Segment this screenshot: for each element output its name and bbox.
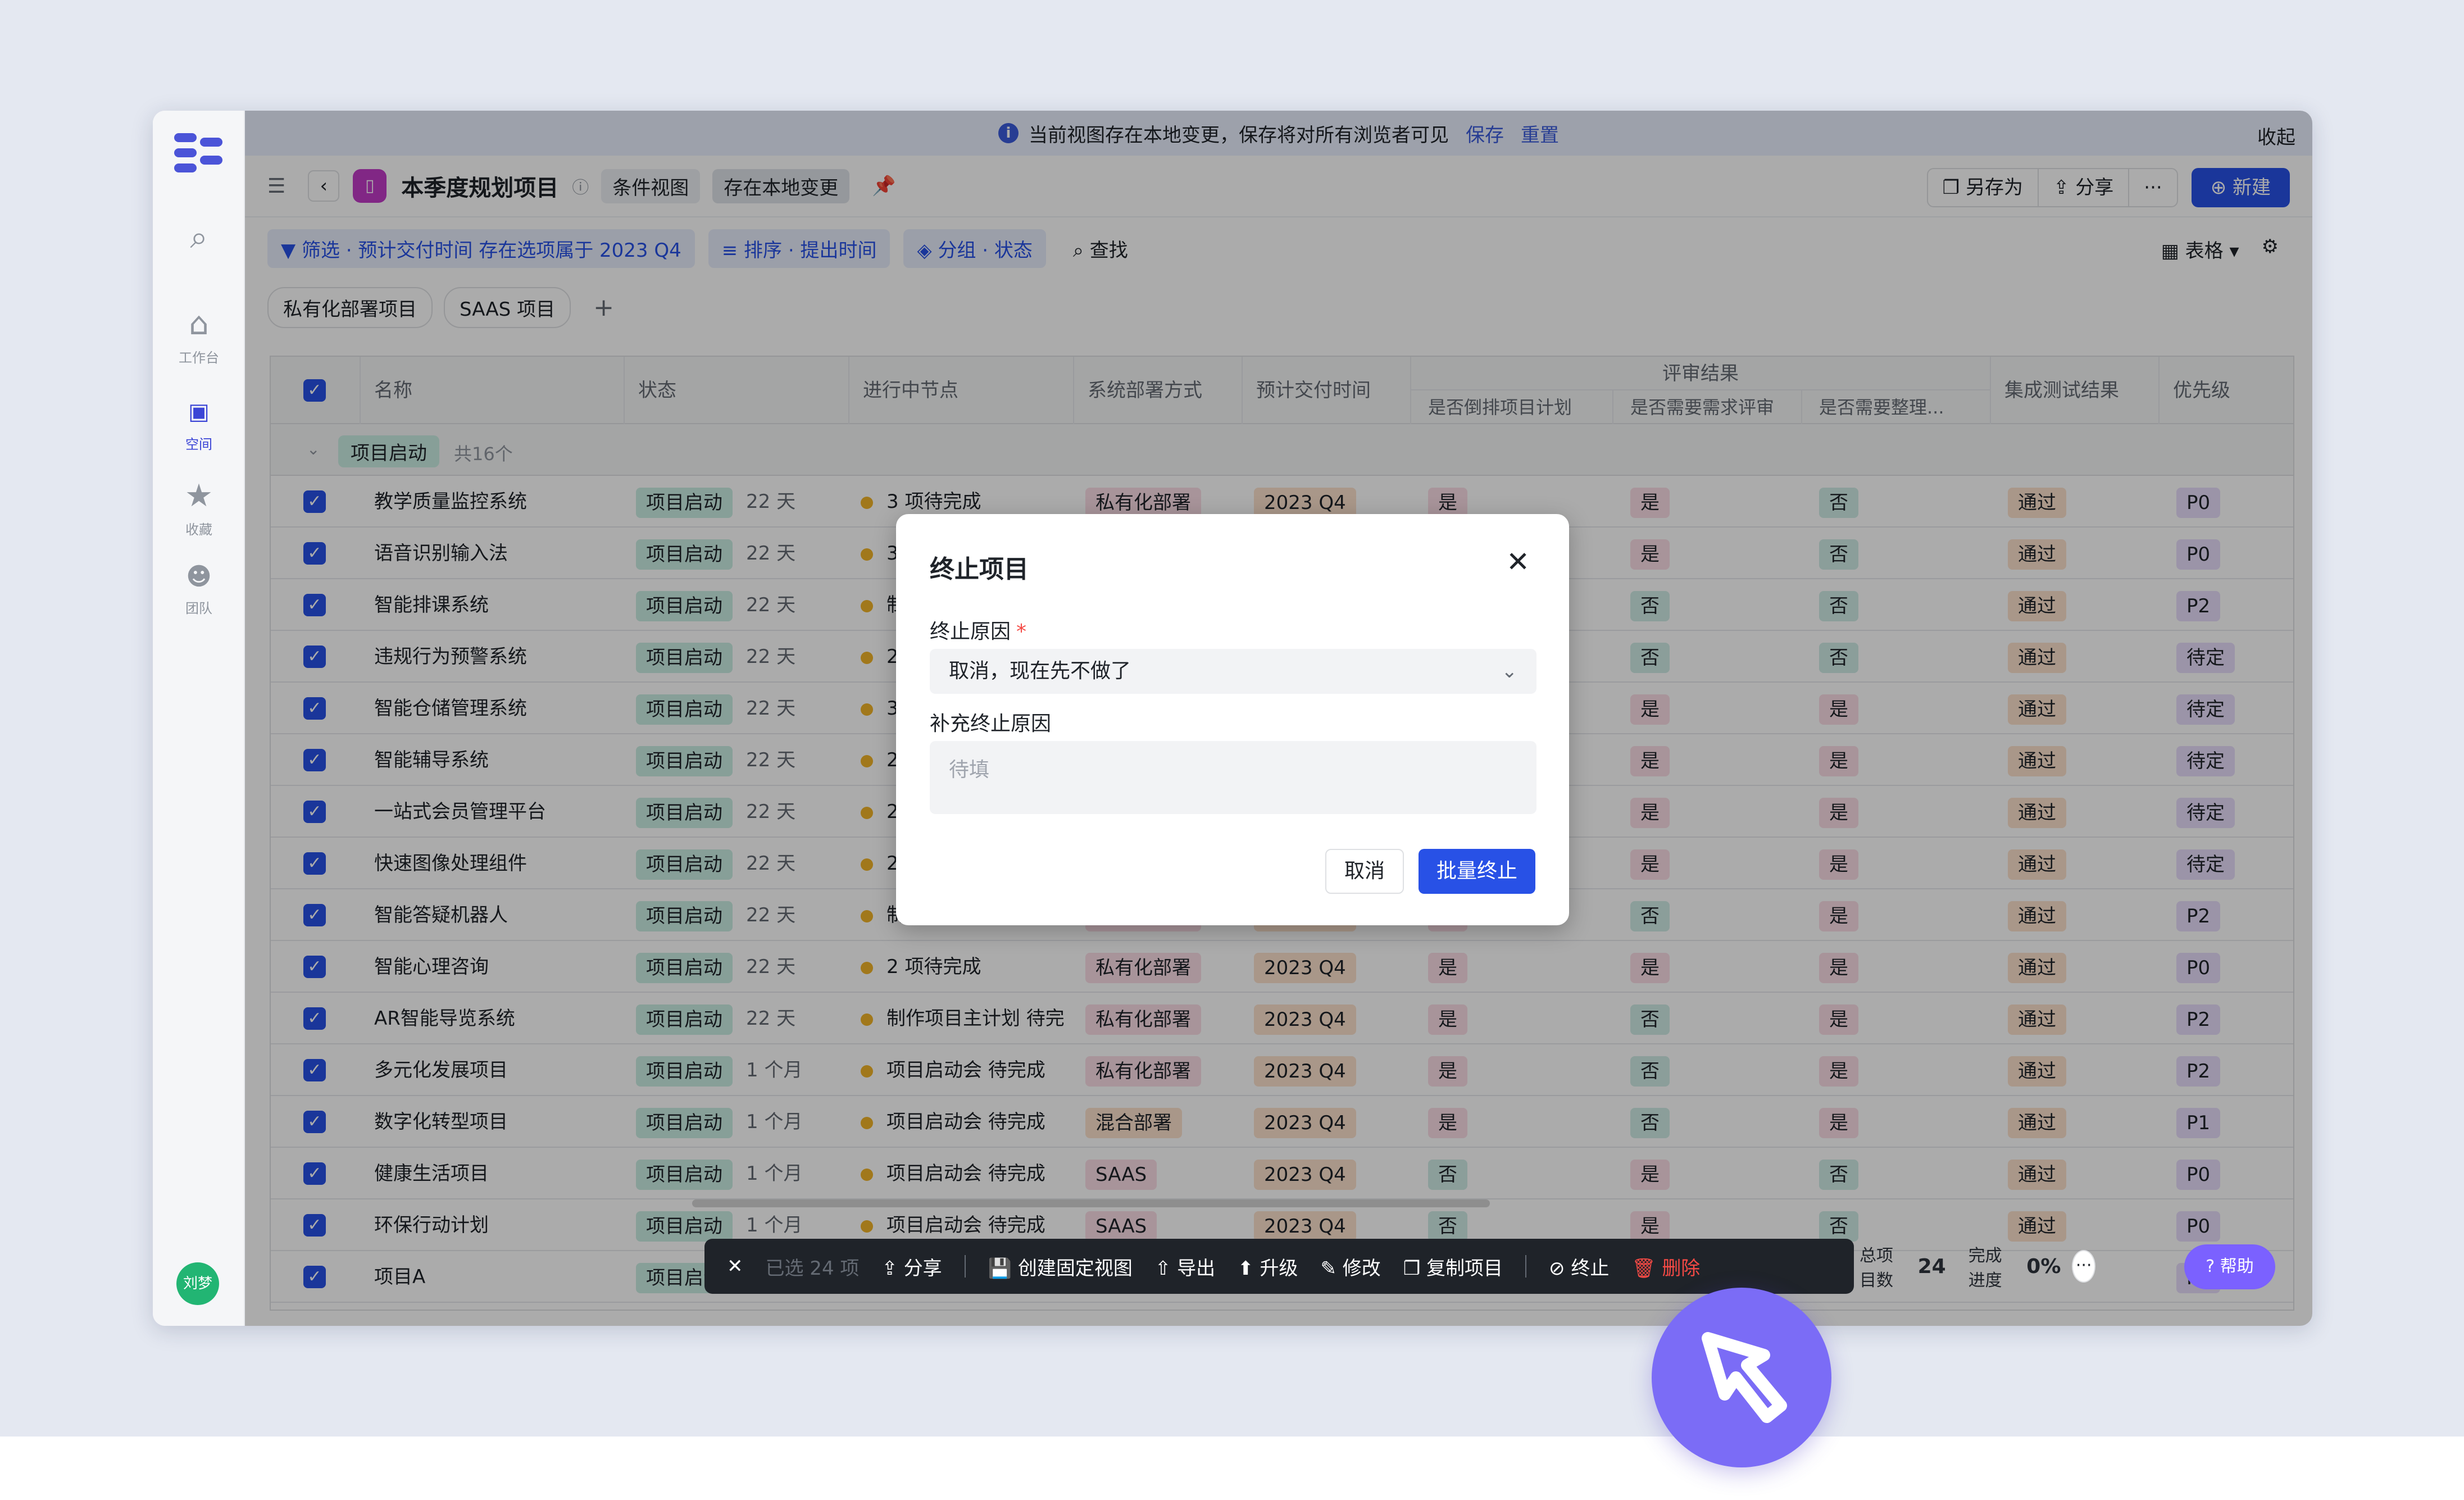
reason-select[interactable]: 取消，现在先不做了 ⌄ (930, 649, 1536, 694)
upgrade-button[interactable]: ⬆ 升级 (1238, 1253, 1298, 1280)
search-icon[interactable]: ⌕ (182, 221, 216, 254)
close-icon[interactable]: ✕ (1506, 546, 1530, 578)
export-button[interactable]: ⇧ 导出 (1155, 1253, 1215, 1280)
arrow-icon (1702, 1332, 1787, 1423)
horizontal-scrollbar[interactable] (692, 1199, 1490, 1207)
batch-terminate-button[interactable]: 批量终止 (1419, 849, 1536, 894)
close-selection-icon[interactable]: ✕ (727, 1255, 743, 1278)
team-icon[interactable]: ☻ (182, 560, 216, 594)
create-view-button[interactable]: 💾 创建固定视图 (988, 1253, 1133, 1280)
selected-count: 已选 24 项 (765, 1257, 860, 1280)
sidebar-item-team[interactable]: 团队 (158, 597, 239, 617)
batch-share-button[interactable]: ⇪ 分享 (881, 1253, 942, 1280)
total-value: 24 (1917, 1254, 1946, 1278)
divider (964, 1255, 966, 1278)
avatar[interactable]: 刘梦 (176, 1262, 219, 1305)
extra-reason-label: 补充终止原因 (930, 712, 1052, 735)
extra-reason-input[interactable]: 待填 (930, 741, 1536, 814)
space-icon[interactable]: ▣ (182, 395, 216, 429)
terminate-button[interactable]: ⊘ 终止 (1549, 1253, 1609, 1280)
chevron-down-icon: ⌄ (1501, 660, 1518, 683)
divider (1525, 1255, 1527, 1278)
star-icon[interactable]: ★ (182, 479, 216, 513)
modal-title: 终止项目 (930, 555, 1029, 584)
edit-button[interactable]: ✎ 修改 (1320, 1253, 1380, 1280)
copy-project-button[interactable]: ❐ 复制项目 (1403, 1253, 1503, 1280)
progress-label: 完成进度 (1968, 1246, 2002, 1290)
cancel-button[interactable]: 取消 (1325, 849, 1404, 894)
total-label: 总项目数 (1860, 1246, 1893, 1290)
sidebar-item-favorites[interactable]: 收藏 (158, 519, 239, 538)
more-icon[interactable]: ··· (2072, 1250, 2095, 1283)
sidebar: ⌕ ⌂ 工作台 ▣ 空间 ★ 收藏 ☻ 团队 刘梦 (153, 111, 245, 1326)
sidebar-item-space[interactable]: 空间 (158, 433, 239, 453)
progress-value: 0% (2026, 1254, 2061, 1278)
cursor-pointer-icon (1652, 1288, 1831, 1467)
batch-action-bar: ✕ 已选 24 项 ⇪ 分享 💾 创建固定视图 ⇧ 导出 ⬆ 升级 ✎ 修改 ❐… (704, 1239, 1854, 1294)
project-stats: 总项目数 24 完成进度 0% ··· (1860, 1239, 2095, 1294)
terminate-modal: 终止项目 ✕ 终止原因 * 取消，现在先不做了 ⌄ 补充终止原因 待填 取消 批量终… (896, 514, 1569, 925)
sidebar-item-workbench[interactable]: 工作台 (158, 347, 239, 366)
help-button[interactable]: ? 帮助 (2184, 1244, 2275, 1289)
app-logo-icon (174, 133, 222, 172)
delete-button[interactable]: 🗑 删除 (1631, 1253, 1700, 1280)
home-icon[interactable]: ⌂ (182, 307, 216, 341)
reason-label: 终止原因 * (930, 620, 1027, 643)
